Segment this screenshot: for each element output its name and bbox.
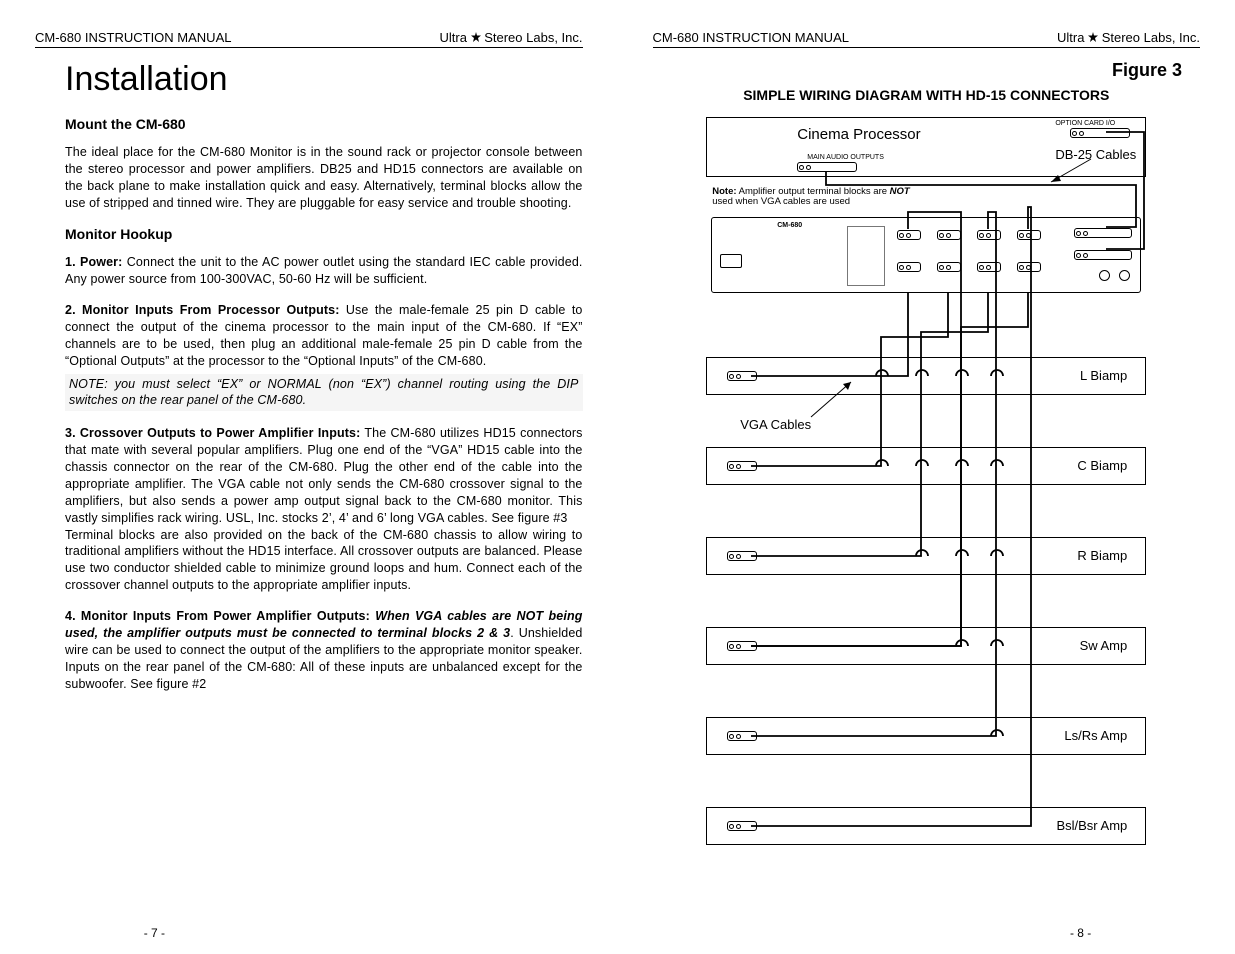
vga-connector-icon bbox=[897, 262, 921, 272]
mount-heading: Mount the CM-680 bbox=[65, 115, 583, 134]
db25-label: DB-25 Cables bbox=[1055, 147, 1136, 162]
page-right: CM-680 INSTRUCTION MANUAL Ultra Stereo L… bbox=[618, 0, 1235, 954]
step-3b: Terminal blocks are also provided on the… bbox=[65, 527, 583, 595]
amp-label: L Biamp bbox=[1080, 368, 1127, 383]
db25-connector-icon bbox=[1074, 228, 1132, 238]
mao-label: MAIN AUDIO OUTPUTS bbox=[807, 154, 884, 161]
figure-number: Figure 3 bbox=[653, 60, 1183, 81]
amp-label: Ls/Rs Amp bbox=[1064, 728, 1127, 743]
vga-connector-icon bbox=[897, 230, 921, 240]
amp-box-c: C Biamp bbox=[706, 447, 1146, 485]
vga-connector-icon bbox=[727, 821, 757, 831]
page-number-right: - 8 - bbox=[926, 926, 1235, 940]
step-3a: 3. Crossover Outputs to Power Amplifier … bbox=[65, 425, 583, 526]
amp-box-sw: Sw Amp bbox=[706, 627, 1146, 665]
manual-name: CM-680 INSTRUCTION MANUAL bbox=[35, 30, 231, 45]
star-icon bbox=[1088, 32, 1098, 42]
vga-connector-icon bbox=[727, 731, 757, 741]
amp-box-bsl: Bsl/Bsr Amp bbox=[706, 807, 1146, 845]
vga-connector-icon bbox=[727, 461, 757, 471]
vga-connector-icon bbox=[977, 230, 1001, 240]
header-right: CM-680 INSTRUCTION MANUAL Ultra Stereo L… bbox=[653, 30, 1201, 48]
db25-connector-icon bbox=[1070, 128, 1130, 138]
figure-title: SIMPLE WIRING DIAGRAM WITH HD-15 CONNECT… bbox=[653, 87, 1201, 103]
step-4: 4. Monitor Inputs From Power Amplifier O… bbox=[65, 608, 583, 692]
wiring-diagram: Cinema Processor MAIN AUDIO OUTPUTS OPTI… bbox=[696, 117, 1156, 897]
vga-connector-icon bbox=[937, 230, 961, 240]
vga-connector-icon bbox=[1017, 230, 1041, 240]
star-icon bbox=[471, 32, 481, 42]
body-text: Mount the CM-680 The ideal place for the… bbox=[35, 115, 583, 692]
power-icon bbox=[720, 254, 742, 268]
bnc-icon bbox=[1099, 270, 1110, 281]
cp-label: Cinema Processor bbox=[797, 126, 920, 143]
amp-label: Sw Amp bbox=[1080, 638, 1128, 653]
vga-connector-icon bbox=[937, 262, 961, 272]
terminal-block-icon bbox=[847, 226, 885, 286]
vga-connector-icon bbox=[727, 371, 757, 381]
amp-note: Note: Amplifier output terminal blocks a… bbox=[712, 187, 912, 208]
vga-connector-icon bbox=[727, 551, 757, 561]
mount-paragraph: The ideal place for the CM-680 Monitor i… bbox=[65, 144, 583, 212]
vga-connector-icon bbox=[1017, 262, 1041, 272]
db25-connector-icon bbox=[1074, 250, 1132, 260]
oio-label: OPTION CARD I/O bbox=[1055, 120, 1115, 127]
bnc-icon bbox=[1119, 270, 1130, 281]
amp-box-r: R Biamp bbox=[706, 537, 1146, 575]
amp-box-l: L Biamp bbox=[706, 357, 1146, 395]
dip-note: NOTE: you must select “EX” or NORMAL (no… bbox=[65, 374, 583, 412]
step-1: 1. Power: Connect the unit to the AC pow… bbox=[65, 254, 583, 288]
hookup-heading: Monitor Hookup bbox=[65, 225, 583, 244]
amp-box-lsrs: Ls/Rs Amp bbox=[706, 717, 1146, 755]
step-2: 2. Monitor Inputs From Processor Outputs… bbox=[65, 302, 583, 370]
page-number-left: - 7 - bbox=[0, 926, 309, 940]
db25-connector-icon bbox=[797, 162, 857, 172]
vga-connector-icon bbox=[727, 641, 757, 651]
page-left: CM-680 INSTRUCTION MANUAL Ultra Stereo L… bbox=[0, 0, 618, 954]
cm-label: CM-680 bbox=[777, 222, 802, 229]
company-name: Ultra Stereo Labs, Inc. bbox=[1057, 30, 1200, 45]
vga-connector-icon bbox=[977, 262, 1001, 272]
company-name: Ultra Stereo Labs, Inc. bbox=[440, 30, 583, 45]
manual-name: CM-680 INSTRUCTION MANUAL bbox=[653, 30, 849, 45]
cm680-unit: CM-680 bbox=[711, 217, 1141, 293]
amp-label: Bsl/Bsr Amp bbox=[1056, 818, 1127, 833]
amp-label: C Biamp bbox=[1077, 458, 1127, 473]
header-left: CM-680 INSTRUCTION MANUAL Ultra Stereo L… bbox=[35, 30, 583, 48]
vga-label: VGA Cables bbox=[740, 417, 811, 432]
amp-label: R Biamp bbox=[1077, 548, 1127, 563]
page-title: Installation bbox=[65, 60, 583, 99]
